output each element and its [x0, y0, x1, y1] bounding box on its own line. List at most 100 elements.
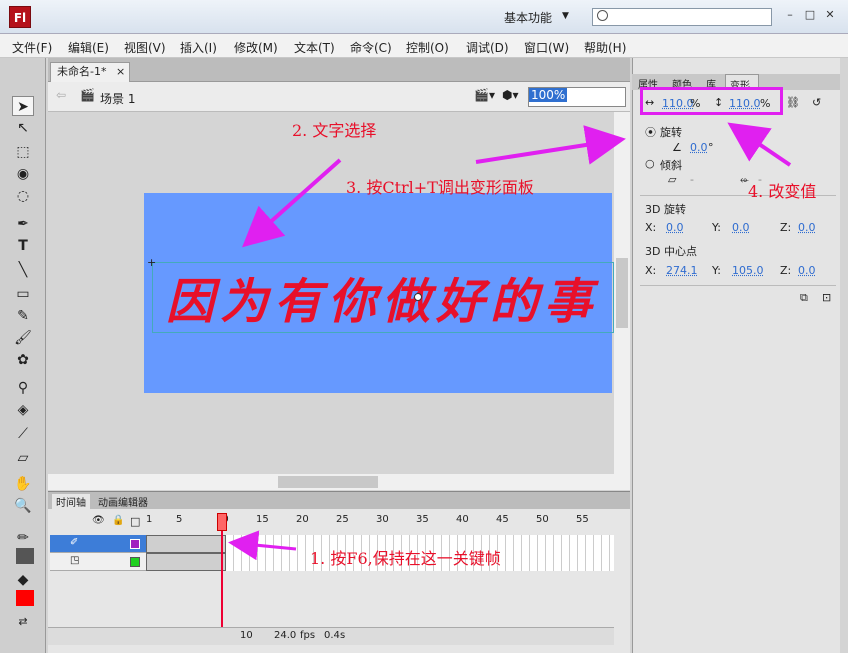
menu-insert[interactable]: 插入(I)	[180, 39, 217, 56]
swap-colors-icon[interactable]: ⇄	[12, 612, 34, 632]
layer-color-swatch[interactable]	[130, 539, 140, 549]
pen-tool-icon[interactable]: ✒	[12, 214, 34, 234]
outline-icon[interactable]: □	[130, 515, 140, 528]
rotate-3d-z-value[interactable]: 0.0	[798, 221, 816, 234]
scroll-thumb[interactable]	[278, 476, 378, 488]
rotate-3d-x-value[interactable]: 0.0	[666, 221, 684, 234]
paint-bucket-tool-icon[interactable]: ◈	[12, 400, 34, 420]
eyedropper-tool-icon[interactable]: ⟋	[12, 424, 34, 444]
zoom-tool-icon[interactable]: 🔍	[12, 496, 34, 516]
pencil-tool-icon[interactable]: ✎	[12, 306, 34, 326]
duplicate-transform-icon[interactable]: ⧉	[800, 291, 808, 305]
edit-symbol-icon[interactable]: ⬢▾	[502, 88, 519, 102]
elapsed-time[interactable]: 0.4	[324, 630, 340, 641]
angle-icon: ∠	[672, 141, 682, 154]
ruler-tick: 30	[376, 514, 389, 525]
center-3d-x-label: X:	[645, 264, 657, 277]
menu-control[interactable]: 控制(O)	[406, 39, 449, 56]
current-frame[interactable]: 10	[240, 630, 253, 641]
constrain-icon[interactable]: ⛓	[786, 96, 800, 109]
lock-icon[interactable]: 🔒	[112, 515, 124, 526]
skew-radio[interactable]: ○	[645, 157, 655, 170]
skew-label: 倾斜	[660, 159, 682, 172]
lasso-tool-icon[interactable]: ◌	[12, 186, 34, 206]
rectangle-tool-icon[interactable]: ▭	[12, 284, 34, 304]
scroll-thumb[interactable]	[616, 258, 628, 328]
tab-motion-editor[interactable]: 动画编辑器	[98, 494, 148, 509]
hand-tool-icon[interactable]: ✋	[12, 474, 34, 494]
3d-rotation-tool-icon[interactable]: ◉	[12, 164, 34, 184]
eye-icon[interactable]: 👁	[92, 515, 105, 526]
free-transform-tool-icon[interactable]: ⬚	[12, 142, 34, 162]
chevron-down-icon[interactable]: ▼	[562, 11, 569, 21]
fill-color-swatch[interactable]	[16, 590, 34, 606]
bone-tool-icon[interactable]: ⚲	[12, 378, 34, 398]
brush-tool-icon[interactable]: 🖌	[12, 328, 34, 348]
playhead[interactable]	[221, 513, 223, 643]
center-3d-x-value[interactable]: 274.1	[666, 264, 698, 277]
document-tab[interactable]: 未命名-1* ×	[50, 62, 130, 82]
menu-window[interactable]: 窗口(W)	[524, 39, 569, 56]
layer-row[interactable]: ◳	[50, 553, 146, 571]
menu-help[interactable]: 帮助(H)	[584, 39, 626, 56]
restore-button[interactable]: □	[802, 8, 818, 21]
rotate-radio[interactable]: ⦿	[645, 124, 656, 140]
center-3d-z-label: Z:	[780, 264, 792, 277]
menu-edit[interactable]: 编辑(E)	[68, 39, 109, 56]
ruler-tick: 40	[456, 514, 469, 525]
selection-tool-icon[interactable]: ➤	[12, 96, 34, 116]
ruler-tick: 55	[576, 514, 589, 525]
menu-commands[interactable]: 命令(C)	[350, 39, 392, 56]
menu-file[interactable]: 文件(F)	[12, 39, 52, 56]
vertical-scrollbar[interactable]	[614, 112, 630, 474]
menu-debug[interactable]: 调试(D)	[466, 39, 509, 56]
menu-bar: 文件(F) 编辑(E) 视图(V) 插入(I) 修改(M) 文本(T) 命令(C…	[0, 34, 848, 58]
layer-color-swatch[interactable]	[130, 557, 140, 567]
stage-text[interactable]: 因为有你做好的事	[166, 262, 598, 332]
tools-panel: ➤ ↖ ⬚ ◉ ◌ ✒ T ╲ ▭ ✎ 🖌 ✿ ⚲ ◈ ⟋ ▱ ✋ 🔍 ✏ ◆ …	[0, 58, 46, 653]
document-tab-bar	[48, 58, 630, 82]
timeline-status-bar: 10 24.0 fps 0.4 s	[48, 627, 614, 645]
back-arrow-icon[interactable]: ⇦	[56, 88, 66, 102]
tab-timeline[interactable]: 时间轴	[52, 494, 90, 509]
menu-modify[interactable]: 修改(M)	[234, 39, 278, 56]
layer-row-selected[interactable]: ✐	[50, 535, 146, 553]
deco-tool-icon[interactable]: ✿	[12, 350, 34, 370]
menu-text[interactable]: 文本(T)	[294, 39, 335, 56]
edit-scene-icon[interactable]: 🎬▾	[474, 88, 495, 102]
center-3d-y-value[interactable]: 105.0	[732, 264, 764, 277]
rotate-3d-y-value[interactable]: 0.0	[732, 221, 750, 234]
scene-name[interactable]: 场景 1	[100, 90, 135, 107]
fill-color-icon[interactable]: ◆	[12, 570, 34, 590]
reset-transform-icon[interactable]: ⊡	[822, 291, 831, 304]
line-tool-icon[interactable]: ╲	[12, 260, 34, 280]
annotation-step-2: 2. 文字选择	[292, 121, 377, 140]
transform-point[interactable]	[414, 293, 422, 301]
right-panel	[632, 58, 840, 653]
frame-span[interactable]	[146, 535, 226, 553]
subselection-tool-icon[interactable]: ↖	[12, 118, 34, 138]
workspace-switcher[interactable]: 基本功能	[504, 9, 552, 26]
frame-span[interactable]	[146, 553, 226, 571]
text-tool-icon[interactable]: T	[12, 236, 34, 256]
menu-view[interactable]: 视图(V)	[124, 39, 166, 56]
stroke-color-swatch[interactable]	[16, 548, 34, 564]
registration-cross-icon: +	[147, 256, 157, 269]
rotate-value[interactable]: 0.0	[690, 141, 708, 154]
edit-bar: ⇦ 🎬 场景 1 🎬▾ ⬢▾ 100%	[48, 82, 630, 112]
close-tab-icon[interactable]: ×	[116, 65, 125, 78]
horizontal-scrollbar[interactable]	[48, 474, 630, 490]
ruler-tick: 45	[496, 514, 509, 525]
stroke-color-icon[interactable]: ✏	[12, 528, 34, 548]
playhead-handle[interactable]	[217, 513, 227, 531]
center-3d-z-value[interactable]: 0.0	[798, 264, 816, 277]
frame-rate[interactable]: 24.0	[274, 630, 296, 641]
close-button[interactable]: ✕	[822, 8, 838, 21]
search-input[interactable]	[592, 8, 772, 26]
zoom-select[interactable]: 100%	[528, 87, 626, 107]
minimize-button[interactable]: –	[782, 8, 798, 21]
skew-h-value[interactable]: -	[690, 173, 694, 186]
eraser-tool-icon[interactable]: ▱	[12, 448, 34, 468]
rotate-3d-z-label: Z:	[780, 221, 792, 234]
reset-icon[interactable]: ↺	[812, 96, 821, 109]
